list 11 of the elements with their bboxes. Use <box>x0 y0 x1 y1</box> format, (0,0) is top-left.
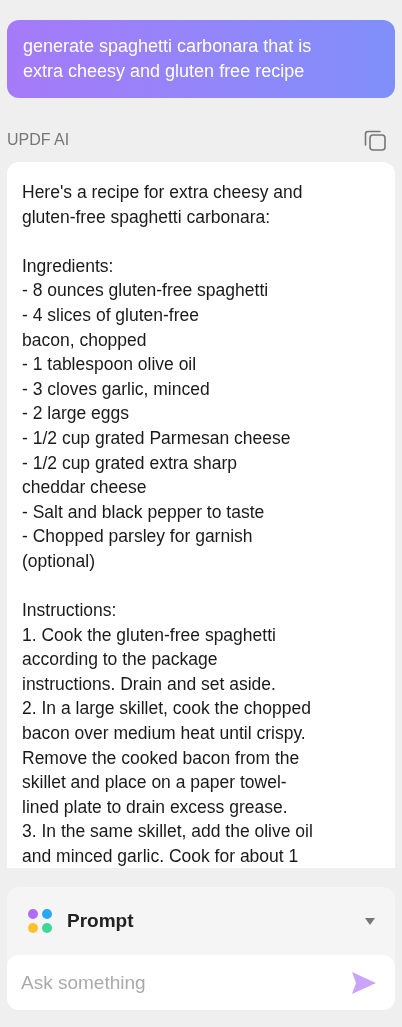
dropdown-caret-icon[interactable] <box>365 917 375 925</box>
ask-input-field[interactable]: Ask something <box>7 955 395 1010</box>
send-icon[interactable] <box>351 971 377 995</box>
dots-icon <box>27 908 53 934</box>
assistant-name: UPDF AI <box>7 130 70 150</box>
mode-label[interactable]: Prompt <box>67 906 134 936</box>
response-text: Instructions: 1. Cook the gluten-free spaghetti according to the package instructions. Drain and set aside. 2. In a large skillet, cook the chopped bacon over medium heat until crispy. Remove the cooked bacon from the skillet and place on a paper towel- lined plate to drain excess grease. 3. In the same skillet, add the olive oil and minced garlic. Cook for about 1 <box>22 599 314 868</box>
user-message-bubble: generate spaghetti carbonara that is extra cheesy and gluten free recipe <box>7 20 395 98</box>
response-text: Here's a recipe for extra cheesy and gluten-free spaghetti carbonara: <box>22 181 304 229</box>
response-text: Ingredients: - 8 ounces gluten-free spaghetti - 4 slices of gluten-free bacon, chopped - 1 tablespoon olive oil - 3 cloves garlic, minced - 2 large eggs - 1/2 cup grated Parmesan cheese - 1/2 cup grated extra sharp cheddar cheese - Salt and black pepper to taste - Chopped parsley for garnish (optional) <box>22 254 292 573</box>
copy-icon[interactable] <box>363 128 387 152</box>
